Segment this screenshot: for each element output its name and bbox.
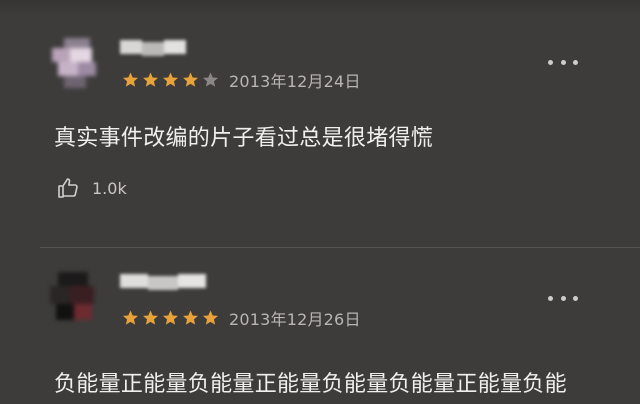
divider: [40, 247, 640, 248]
username-blurred[interactable]: [120, 270, 206, 300]
star-icon: [141, 309, 160, 327]
star-icon: [161, 71, 180, 89]
more-horizontal-icon[interactable]: [548, 290, 578, 306]
username-blurred[interactable]: [120, 36, 186, 66]
star-icon: [121, 309, 140, 327]
star-icon: [141, 71, 160, 89]
star-icon: [181, 309, 200, 327]
rating-row: 2013年12月24日: [121, 68, 361, 92]
star-empty-icon: [201, 71, 220, 89]
review-date: 2013年12月24日: [229, 72, 361, 91]
review-content: 真实事件改编的片子看过总是很堵得慌: [54, 126, 434, 151]
reviews-page: 2013年12月24日 真实事件改编的片子看过总是很堵得慌 1.0k 2013年…: [0, 0, 640, 404]
star-icon: [181, 71, 200, 89]
like-count: 1.0k: [92, 178, 127, 198]
star-icon: [121, 71, 140, 89]
star-icon: [161, 309, 180, 327]
thumbs-up-icon: [56, 176, 80, 200]
review-item: 2013年12月26日 负能量正能量负能量正能量负能量负能量正能量负能: [0, 258, 640, 404]
review-item: 2013年12月24日 真实事件改编的片子看过总是很堵得慌 1.0k: [0, 18, 640, 248]
avatar[interactable]: [46, 34, 106, 92]
star-icon: [201, 309, 220, 327]
top-shadow: [0, 0, 640, 14]
rating-row: 2013年12月26日: [121, 306, 361, 330]
review-content: 负能量正能量负能量正能量负能量负能量正能量负能: [54, 372, 567, 397]
like-button[interactable]: 1.0k: [56, 176, 127, 200]
more-horizontal-icon[interactable]: [548, 54, 578, 70]
review-date: 2013年12月26日: [229, 310, 361, 329]
avatar[interactable]: [46, 268, 106, 326]
